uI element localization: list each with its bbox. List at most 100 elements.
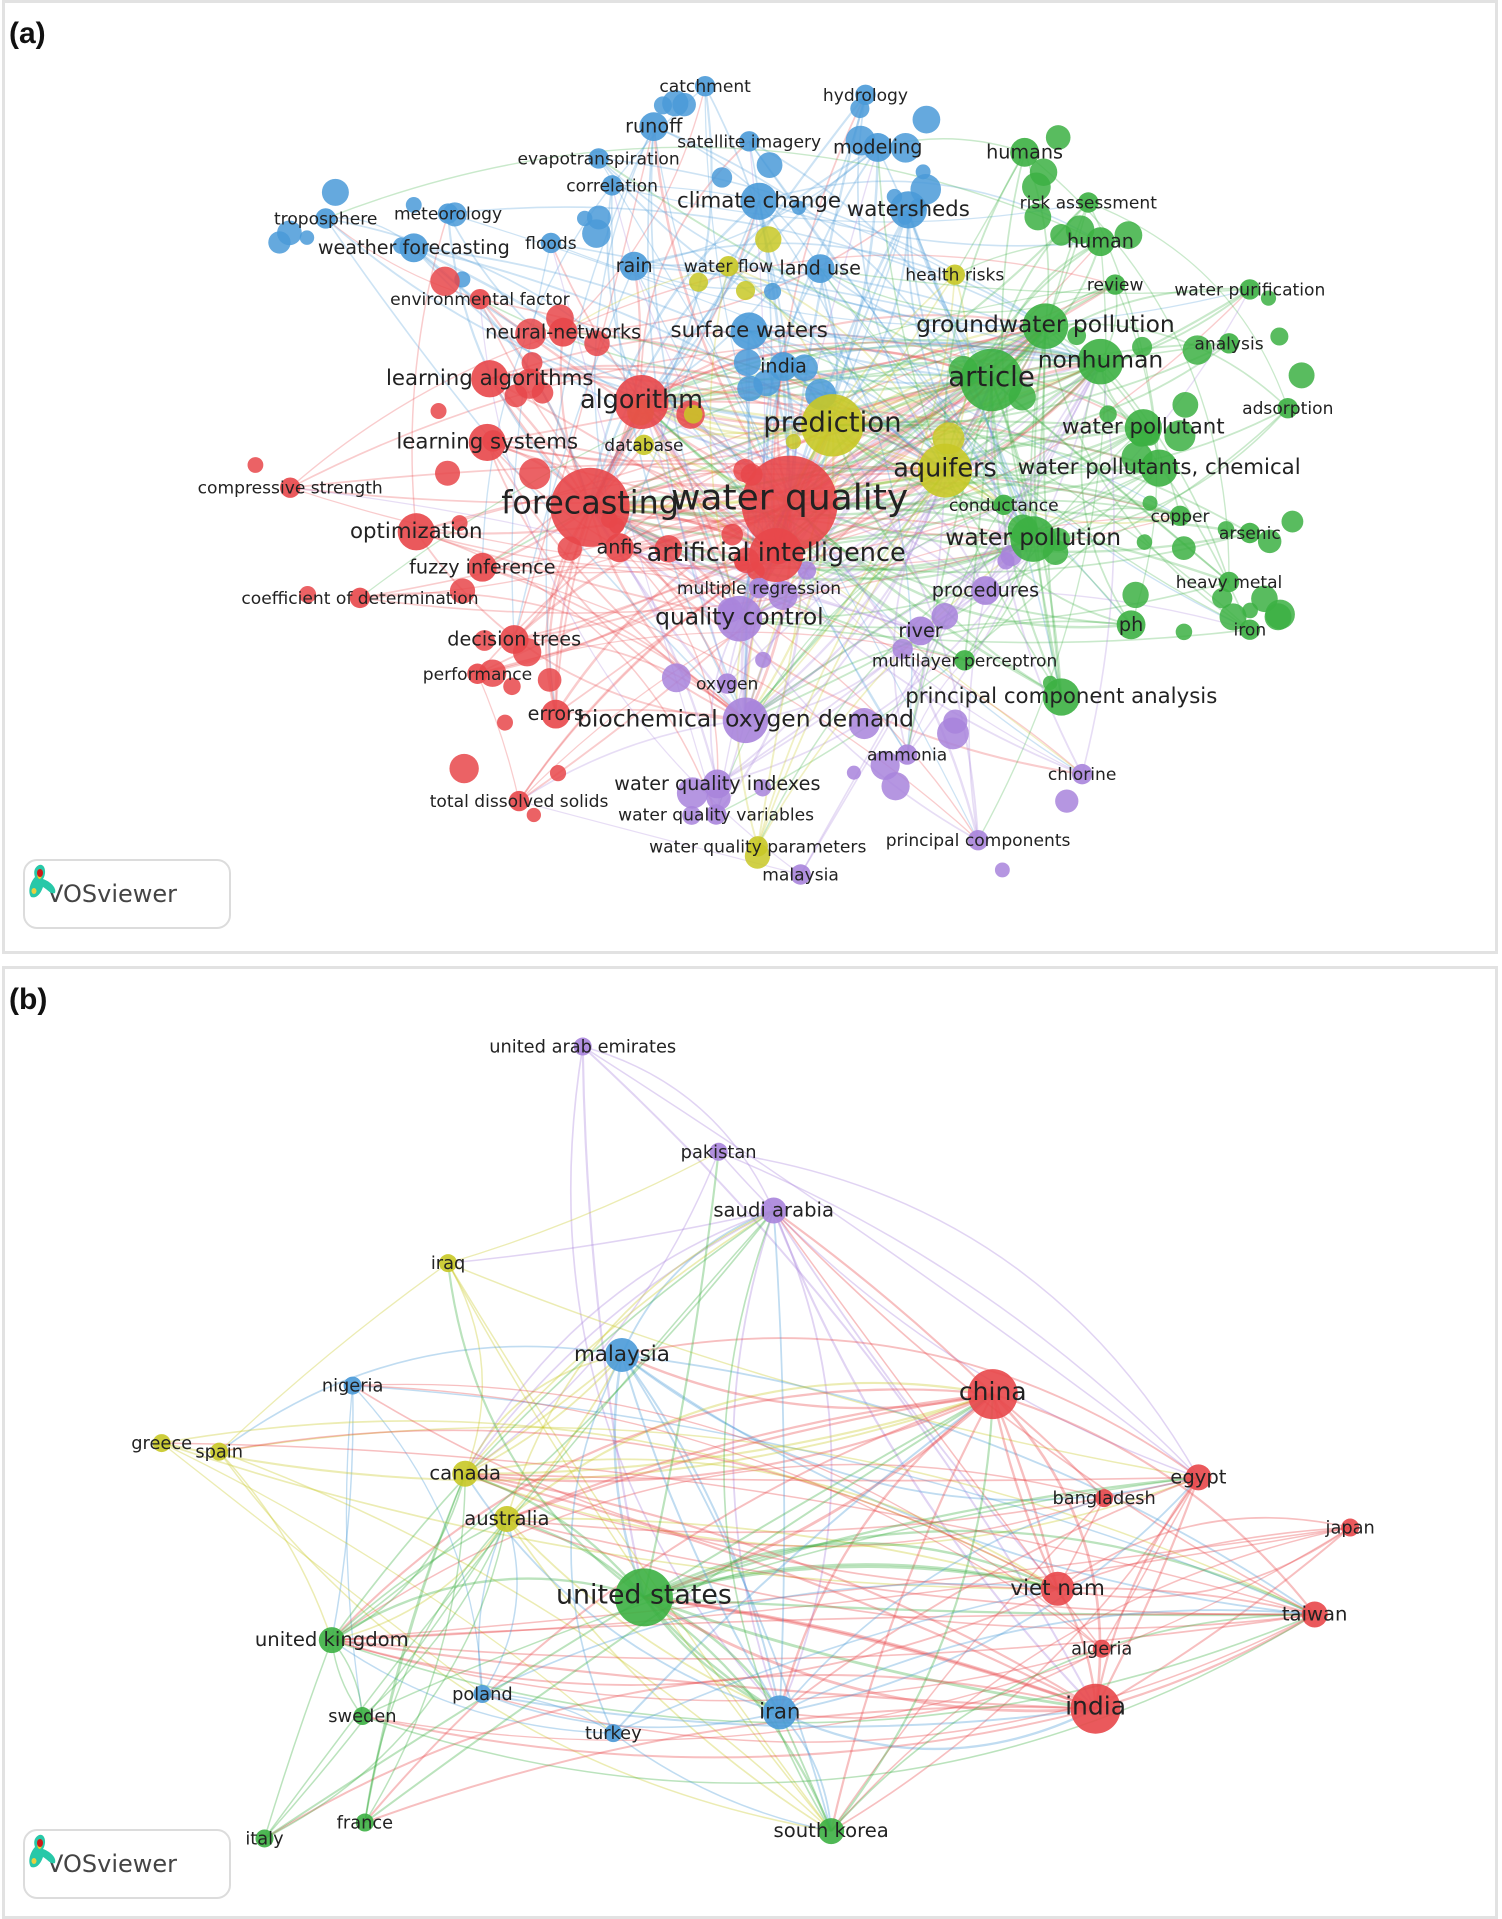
node-label: malaysia: [762, 865, 839, 885]
node-label: environmental factor: [390, 290, 571, 310]
network-node[interactable]: [937, 717, 969, 750]
network-node[interactable]: [737, 375, 763, 402]
network-node[interactable]: [449, 753, 479, 784]
node-label: water pollutants, chemical: [1018, 455, 1301, 480]
node-label: united arab emirates: [489, 1037, 676, 1058]
network-node[interactable]: [1171, 536, 1196, 561]
network-node[interactable]: [912, 105, 941, 134]
network-node[interactable]: [549, 765, 567, 782]
network-node[interactable]: [1270, 327, 1289, 346]
network-node[interactable]: [1281, 510, 1304, 533]
network-node[interactable]: [997, 552, 1015, 570]
network-node[interactable]: [711, 167, 733, 188]
network-node[interactable]: [653, 96, 672, 115]
network-node[interactable]: [1122, 581, 1149, 609]
link-edge: [263, 1639, 333, 1839]
node-label: heavy metal: [1176, 573, 1283, 593]
network-node[interactable]: [537, 668, 562, 692]
node-label: principal components: [886, 831, 1071, 851]
node-label: copper: [1150, 507, 1210, 527]
node-label: land use: [779, 257, 861, 280]
node-label: united kingdom: [255, 1628, 409, 1651]
node-label: water pollution: [945, 523, 1121, 551]
node-label: total dissolved solids: [430, 792, 609, 812]
node-label: algeria: [1071, 1639, 1132, 1660]
node-label: algorithm: [580, 385, 703, 415]
network-node[interactable]: [846, 765, 861, 780]
node-label: fuzzy inference: [409, 555, 555, 578]
node-label: aquifers: [893, 454, 997, 484]
vosviewer-label: VOSviewer: [47, 1850, 178, 1878]
vosviewer-badge: VOSviewer: [23, 859, 231, 929]
node-label: viet nam: [1010, 1576, 1104, 1601]
network-node[interactable]: [756, 152, 783, 178]
node-label: spain: [195, 1442, 243, 1463]
node-label: france: [337, 1813, 393, 1834]
node-label: performance: [423, 665, 532, 685]
network-node[interactable]: [1288, 362, 1315, 389]
node-label: groundwater pollution: [916, 310, 1175, 338]
node-label: south korea: [774, 1819, 889, 1842]
node-label: water quality indexes: [614, 772, 820, 795]
node-label: iraq: [431, 1253, 465, 1274]
network-node[interactable]: [582, 219, 611, 248]
country-network-canvas[interactable]: united arab emirates pakistan saudi arabia…: [5, 969, 1498, 1919]
network-node[interactable]: [321, 178, 349, 206]
node-label: analysis: [1194, 334, 1263, 354]
node-label: japan: [1325, 1518, 1375, 1539]
node-label: egypt: [1170, 1465, 1227, 1488]
network-node[interactable]: [755, 226, 782, 253]
node-label: weather forecasting: [318, 236, 510, 259]
node-label: review: [1087, 276, 1144, 296]
node-label: water purification: [1174, 280, 1325, 300]
network-node[interactable]: [1136, 534, 1153, 550]
keyword-network-canvas[interactable]: water qualityforecasting prediction articl…: [5, 3, 1498, 954]
node-label: climate change: [677, 188, 841, 213]
node-label: health risks: [905, 266, 1004, 286]
node-label: iron: [1233, 621, 1266, 641]
link-edge: [732, 1210, 781, 1713]
network-node[interactable]: [1055, 789, 1079, 813]
node-label: neural-networks: [485, 320, 641, 343]
node-label: water pollutant: [1062, 415, 1225, 440]
network-node[interactable]: [299, 230, 315, 245]
network-node[interactable]: [881, 772, 910, 801]
node-label: floods: [525, 234, 577, 254]
network-node[interactable]: [733, 349, 761, 377]
vosviewer-logo-icon: [29, 864, 56, 898]
network-node[interactable]: [435, 460, 461, 486]
network-node[interactable]: [496, 714, 513, 731]
node-label: human: [1067, 230, 1134, 253]
node-label: water quality: [671, 478, 908, 519]
node-label: multiple regression: [677, 579, 841, 599]
network-node[interactable]: [661, 663, 691, 693]
node-label: poland: [452, 1684, 513, 1705]
panel-label: (a): [9, 17, 46, 50]
network-node[interactable]: [915, 164, 931, 180]
node-label: forecasting: [501, 484, 679, 521]
network-node[interactable]: [994, 862, 1010, 878]
node-label: correlation: [566, 176, 658, 196]
node-label: nonhuman: [1038, 346, 1164, 374]
network-node[interactable]: [1265, 599, 1295, 630]
node-label: pakistan: [681, 1142, 757, 1163]
network-node[interactable]: [247, 457, 264, 473]
node-label: india: [1065, 1692, 1126, 1721]
node-label: quality control: [655, 603, 824, 631]
network-node[interactable]: [1175, 623, 1193, 641]
node-label: anfis: [596, 536, 642, 559]
link-edge: [362, 1707, 1096, 1759]
network-node[interactable]: [430, 402, 447, 419]
node-label: iran: [759, 1699, 800, 1724]
network-node[interactable]: [755, 651, 772, 668]
node-label: learning systems: [396, 429, 578, 454]
network-node[interactable]: [735, 281, 756, 301]
node-label: ph: [1119, 613, 1143, 636]
network-node[interactable]: [764, 282, 782, 301]
node-label: compressive strength: [198, 479, 383, 499]
node-label: conductance: [949, 496, 1059, 516]
keyword-network-panel: water quality forecasting prediction articl…: [2, 0, 1498, 954]
link-edge: [582, 1045, 775, 1211]
node-label: runoff: [625, 115, 683, 138]
node-label: river: [898, 619, 942, 642]
